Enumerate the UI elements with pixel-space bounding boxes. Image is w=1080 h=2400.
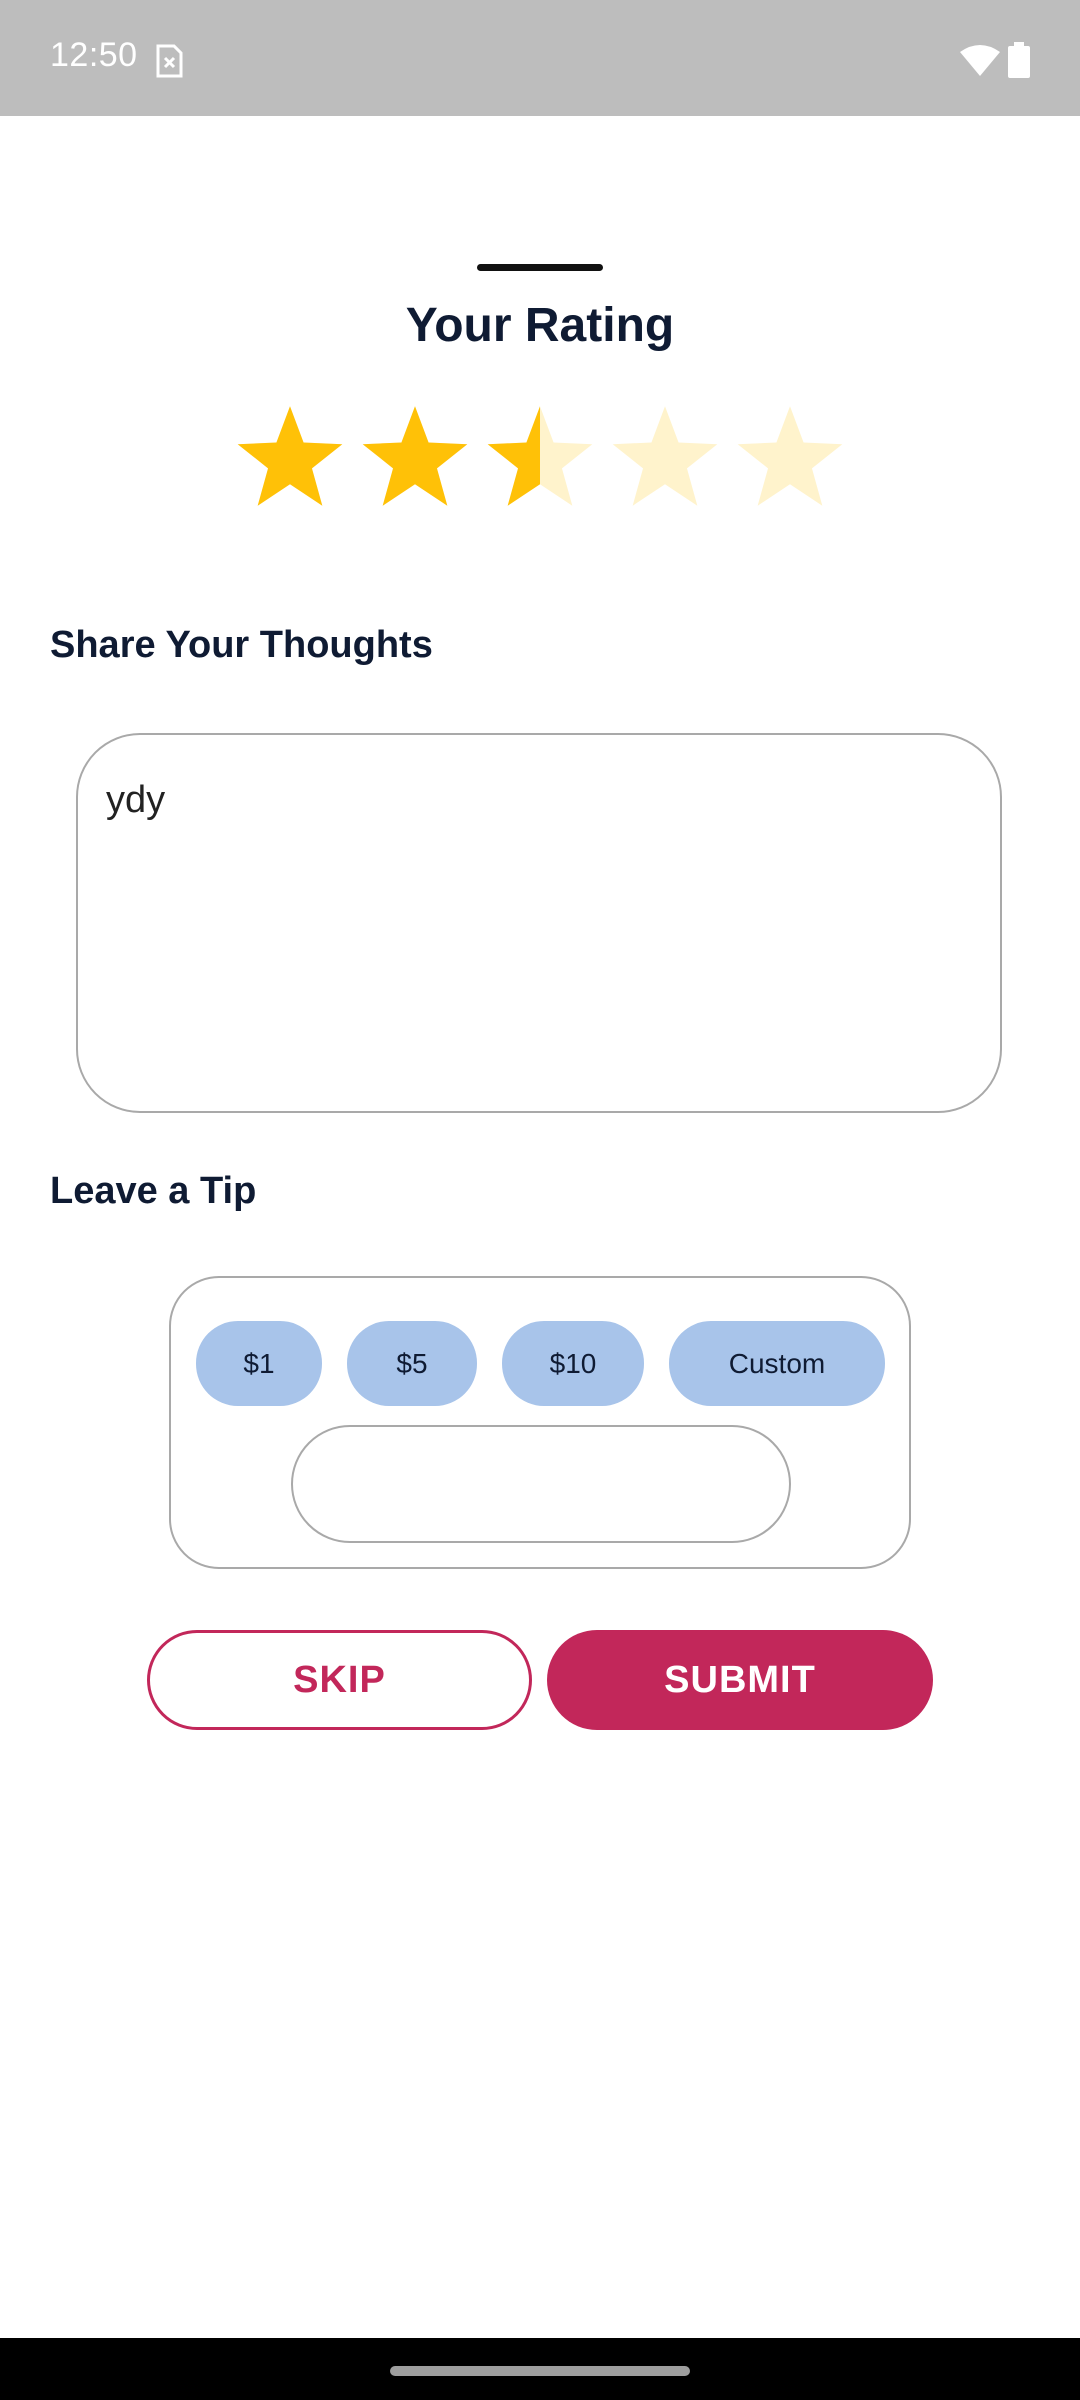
thoughts-input-value: ydy [106, 779, 166, 821]
tip-option-custom[interactable]: Custom [669, 1321, 885, 1406]
custom-tip-input[interactable] [291, 1425, 791, 1543]
skip-button[interactable]: SKIP [147, 1630, 532, 1730]
battery-icon [1008, 42, 1030, 78]
status-bar: 12:50 [0, 0, 1080, 116]
drag-handle[interactable] [477, 264, 603, 271]
tip-label: Leave a Tip [50, 1170, 257, 1212]
star-2[interactable] [360, 404, 470, 514]
star-1[interactable] [235, 404, 345, 514]
star-rating[interactable] [0, 404, 1080, 514]
thoughts-label: Share Your Thoughts [50, 624, 433, 666]
star-3[interactable] [485, 404, 595, 514]
thoughts-input[interactable]: ydy [76, 733, 1002, 1113]
home-indicator[interactable] [390, 2366, 690, 2376]
submit-button[interactable]: SUBMIT [547, 1630, 933, 1730]
star-5[interactable] [735, 404, 845, 514]
status-time: 12:50 [50, 36, 138, 74]
tip-option-5[interactable]: $5 [347, 1321, 477, 1406]
rating-title: Your Rating [405, 299, 675, 352]
tip-option-1[interactable]: $1 [196, 1321, 322, 1406]
wifi-icon [960, 45, 1000, 76]
tip-options-card: $1 $5 $10 Custom [169, 1276, 911, 1569]
sim-card-icon [156, 44, 183, 78]
star-4[interactable] [610, 404, 720, 514]
tip-option-10[interactable]: $10 [502, 1321, 644, 1406]
